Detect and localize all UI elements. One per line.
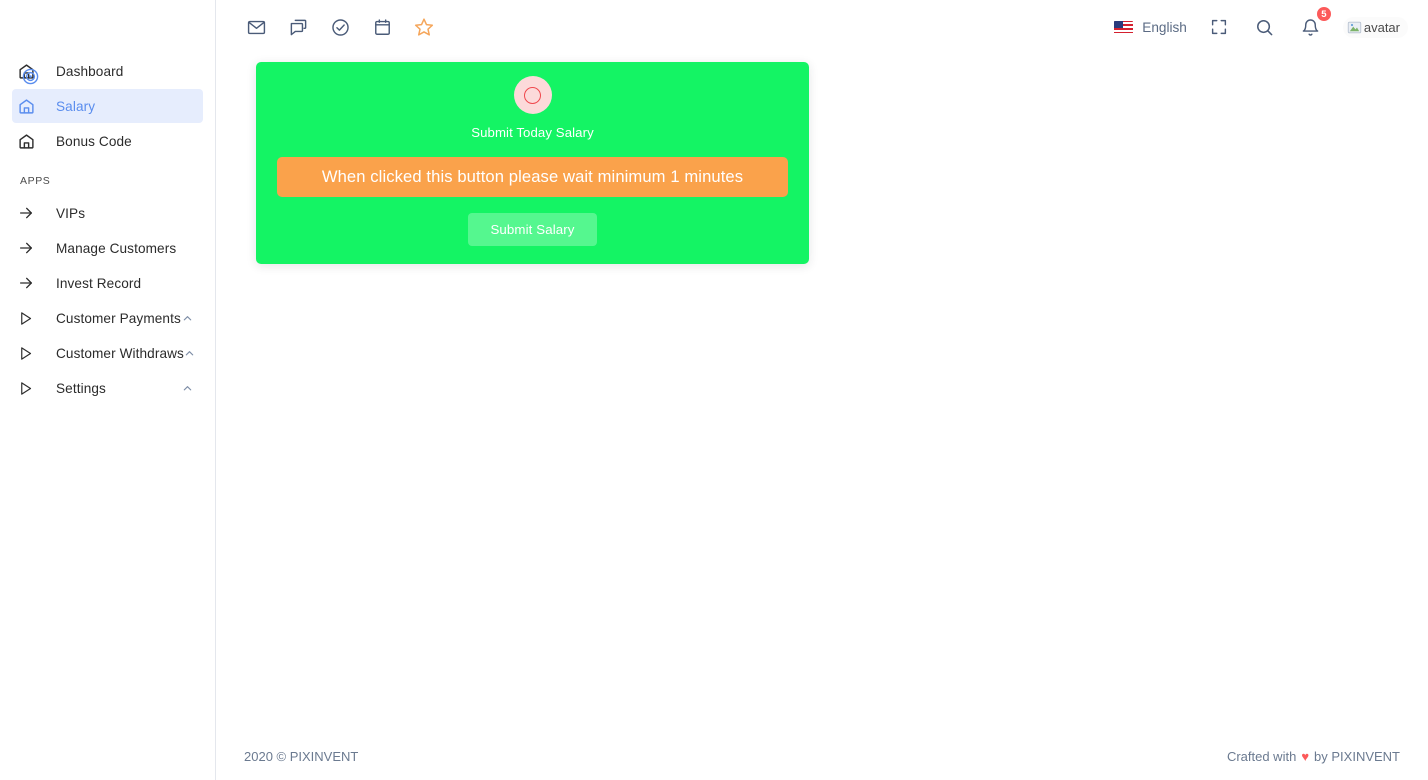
- sidebar-item-salary[interactable]: Salary: [12, 89, 203, 123]
- wait-warning-banner: When clicked this button please wait min…: [277, 157, 788, 197]
- top-navbar: English 5 avatar: [216, 0, 1428, 54]
- broken-image-icon: [1347, 21, 1362, 33]
- submit-salary-card: Submit Today Salary When clicked this bu…: [256, 62, 809, 264]
- sidebar-item-customer-payments[interactable]: Customer Payments: [12, 301, 203, 335]
- chevron-up-icon[interactable]: [184, 348, 195, 359]
- star-icon[interactable]: [410, 13, 438, 41]
- app-root: Dashboard Salary Bonus Code APPS VIPs Ma…: [0, 0, 1428, 780]
- check-circle-icon[interactable]: [326, 13, 354, 41]
- sidebar-item-settings[interactable]: Settings: [12, 371, 203, 405]
- footer-credit-suffix: by PIXINVENT: [1314, 748, 1400, 764]
- sidebar-item-label: Customer Payments: [56, 310, 181, 326]
- footer-credit: Crafted with ♥ by PIXINVENT: [1227, 749, 1400, 764]
- play-triangle-icon: [18, 381, 44, 396]
- heart-icon: ♥: [1301, 748, 1310, 764]
- home-icon: [18, 98, 44, 115]
- home-icon: [18, 63, 44, 80]
- play-triangle-icon: [18, 311, 44, 326]
- footer-copyright: 2020 © PIXINVENT: [244, 748, 359, 764]
- language-selector[interactable]: English: [1114, 20, 1187, 35]
- notification-count-badge: 5: [1315, 6, 1332, 22]
- sidebar-item-manage-customers[interactable]: Manage Customers: [12, 231, 203, 265]
- sidebar-section-apps: APPS: [20, 175, 51, 187]
- sidebar-item-label: Salary: [56, 98, 96, 114]
- sidebar-item-label: VIPs: [56, 205, 86, 221]
- card-title: Submit Today Salary: [471, 125, 594, 140]
- home-icon: [18, 133, 44, 150]
- play-triangle-icon: [18, 346, 44, 361]
- navbar-quick-icons: [216, 13, 438, 41]
- navbar-right-actions: English 5 avatar: [1114, 6, 1428, 41]
- circle-ring-icon: [513, 76, 552, 114]
- sidebar-item-dashboard[interactable]: Dashboard: [12, 54, 203, 88]
- sidebar-apps-nav: VIPs Manage Customers Invest Record Cust…: [0, 196, 215, 405]
- chevron-up-icon[interactable]: [182, 383, 193, 394]
- page-footer: 2020 © PIXINVENT Crafted with ♥ by PIXIN…: [216, 732, 1428, 780]
- language-label: English: [1142, 19, 1187, 35]
- search-icon[interactable]: [1251, 13, 1279, 41]
- main-content: Submit Today Salary When clicked this bu…: [216, 54, 1428, 732]
- arrow-right-icon: [18, 205, 44, 221]
- notifications-button[interactable]: 5: [1297, 6, 1332, 41]
- sidebar-item-label: Customer Withdraws: [56, 345, 184, 361]
- avatar[interactable]: avatar: [1342, 16, 1408, 38]
- sidebar-item-customer-withdraws[interactable]: Customer Withdraws: [12, 336, 203, 370]
- sidebar-item-label: Dashboard: [56, 63, 124, 79]
- chat-icon[interactable]: [284, 13, 312, 41]
- mail-icon[interactable]: [242, 13, 270, 41]
- sidebar-item-bonus-code[interactable]: Bonus Code: [12, 124, 203, 158]
- fullscreen-icon[interactable]: [1205, 13, 1233, 41]
- chevron-up-icon[interactable]: [182, 313, 193, 324]
- avatar-alt-text: avatar: [1363, 19, 1400, 35]
- sidebar-item-label: Invest Record: [56, 275, 142, 291]
- sidebar-item-invest-record[interactable]: Invest Record: [12, 266, 203, 300]
- footer-credit-prefix: Crafted with: [1226, 748, 1297, 764]
- arrow-right-icon: [18, 240, 44, 256]
- sidebar-item-label: Settings: [56, 380, 106, 396]
- submit-salary-button[interactable]: Submit Salary: [468, 213, 597, 246]
- sidebar-item-label: Bonus Code: [56, 133, 132, 149]
- sidebar-main-nav: Dashboard Salary Bonus Code: [0, 54, 215, 158]
- sidebar: Dashboard Salary Bonus Code APPS VIPs Ma…: [0, 0, 216, 780]
- calendar-icon[interactable]: [368, 13, 396, 41]
- us-flag-icon: [1114, 20, 1134, 34]
- sidebar-item-vips[interactable]: VIPs: [12, 196, 203, 230]
- sidebar-item-label: Manage Customers: [56, 240, 177, 256]
- arrow-right-icon: [18, 275, 44, 291]
